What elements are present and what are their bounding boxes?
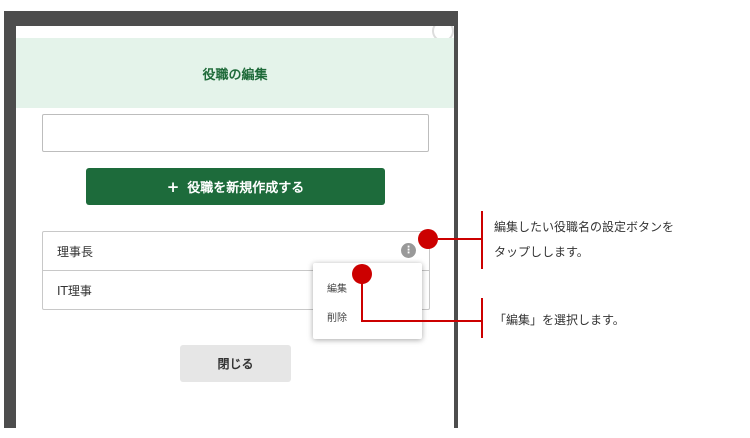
callout-line xyxy=(361,280,363,322)
plus-icon: + xyxy=(166,177,180,196)
menu-item-edit[interactable]: 編集 xyxy=(327,280,347,295)
create-role-button[interactable]: + 役職を新規作成する xyxy=(86,168,385,205)
callout-note-line-1: 編集したい役職名の設定ボタンを xyxy=(494,220,675,234)
dialog-header: 役職の編集 xyxy=(16,38,454,108)
callout-note-line-2: タップしします。 xyxy=(494,245,589,259)
modal-frame: 役職の編集 + 役職を新規作成する 理事長 ⋮ IT理事 編集 削除 閉じる xyxy=(4,11,458,429)
callout-bracket xyxy=(481,211,483,269)
callout-note-edit: 「編集」を選択します。 xyxy=(494,313,625,327)
dialog-title: 役職の編集 xyxy=(202,67,268,83)
callout-marker-settings xyxy=(418,229,438,249)
more-vertical-icon[interactable]: ⋮ xyxy=(401,243,416,258)
role-name: IT理事 xyxy=(57,283,92,298)
callout-line xyxy=(361,320,481,322)
close-button[interactable]: 閉じる xyxy=(180,345,291,382)
role-name: 理事長 xyxy=(57,244,94,259)
callout-note-settings: 編集したい役職名の設定ボタンを タップしします。 xyxy=(494,215,674,265)
menu-item-delete[interactable]: 削除 xyxy=(327,309,347,324)
create-role-label: 役職を新規作成する xyxy=(187,181,305,196)
callout-line xyxy=(438,238,482,240)
role-name-input[interactable] xyxy=(42,114,429,152)
edit-role-dialog: 役職の編集 + 役職を新規作成する 理事長 ⋮ IT理事 編集 削除 閉じる xyxy=(16,26,454,429)
callout-bracket xyxy=(481,298,483,338)
